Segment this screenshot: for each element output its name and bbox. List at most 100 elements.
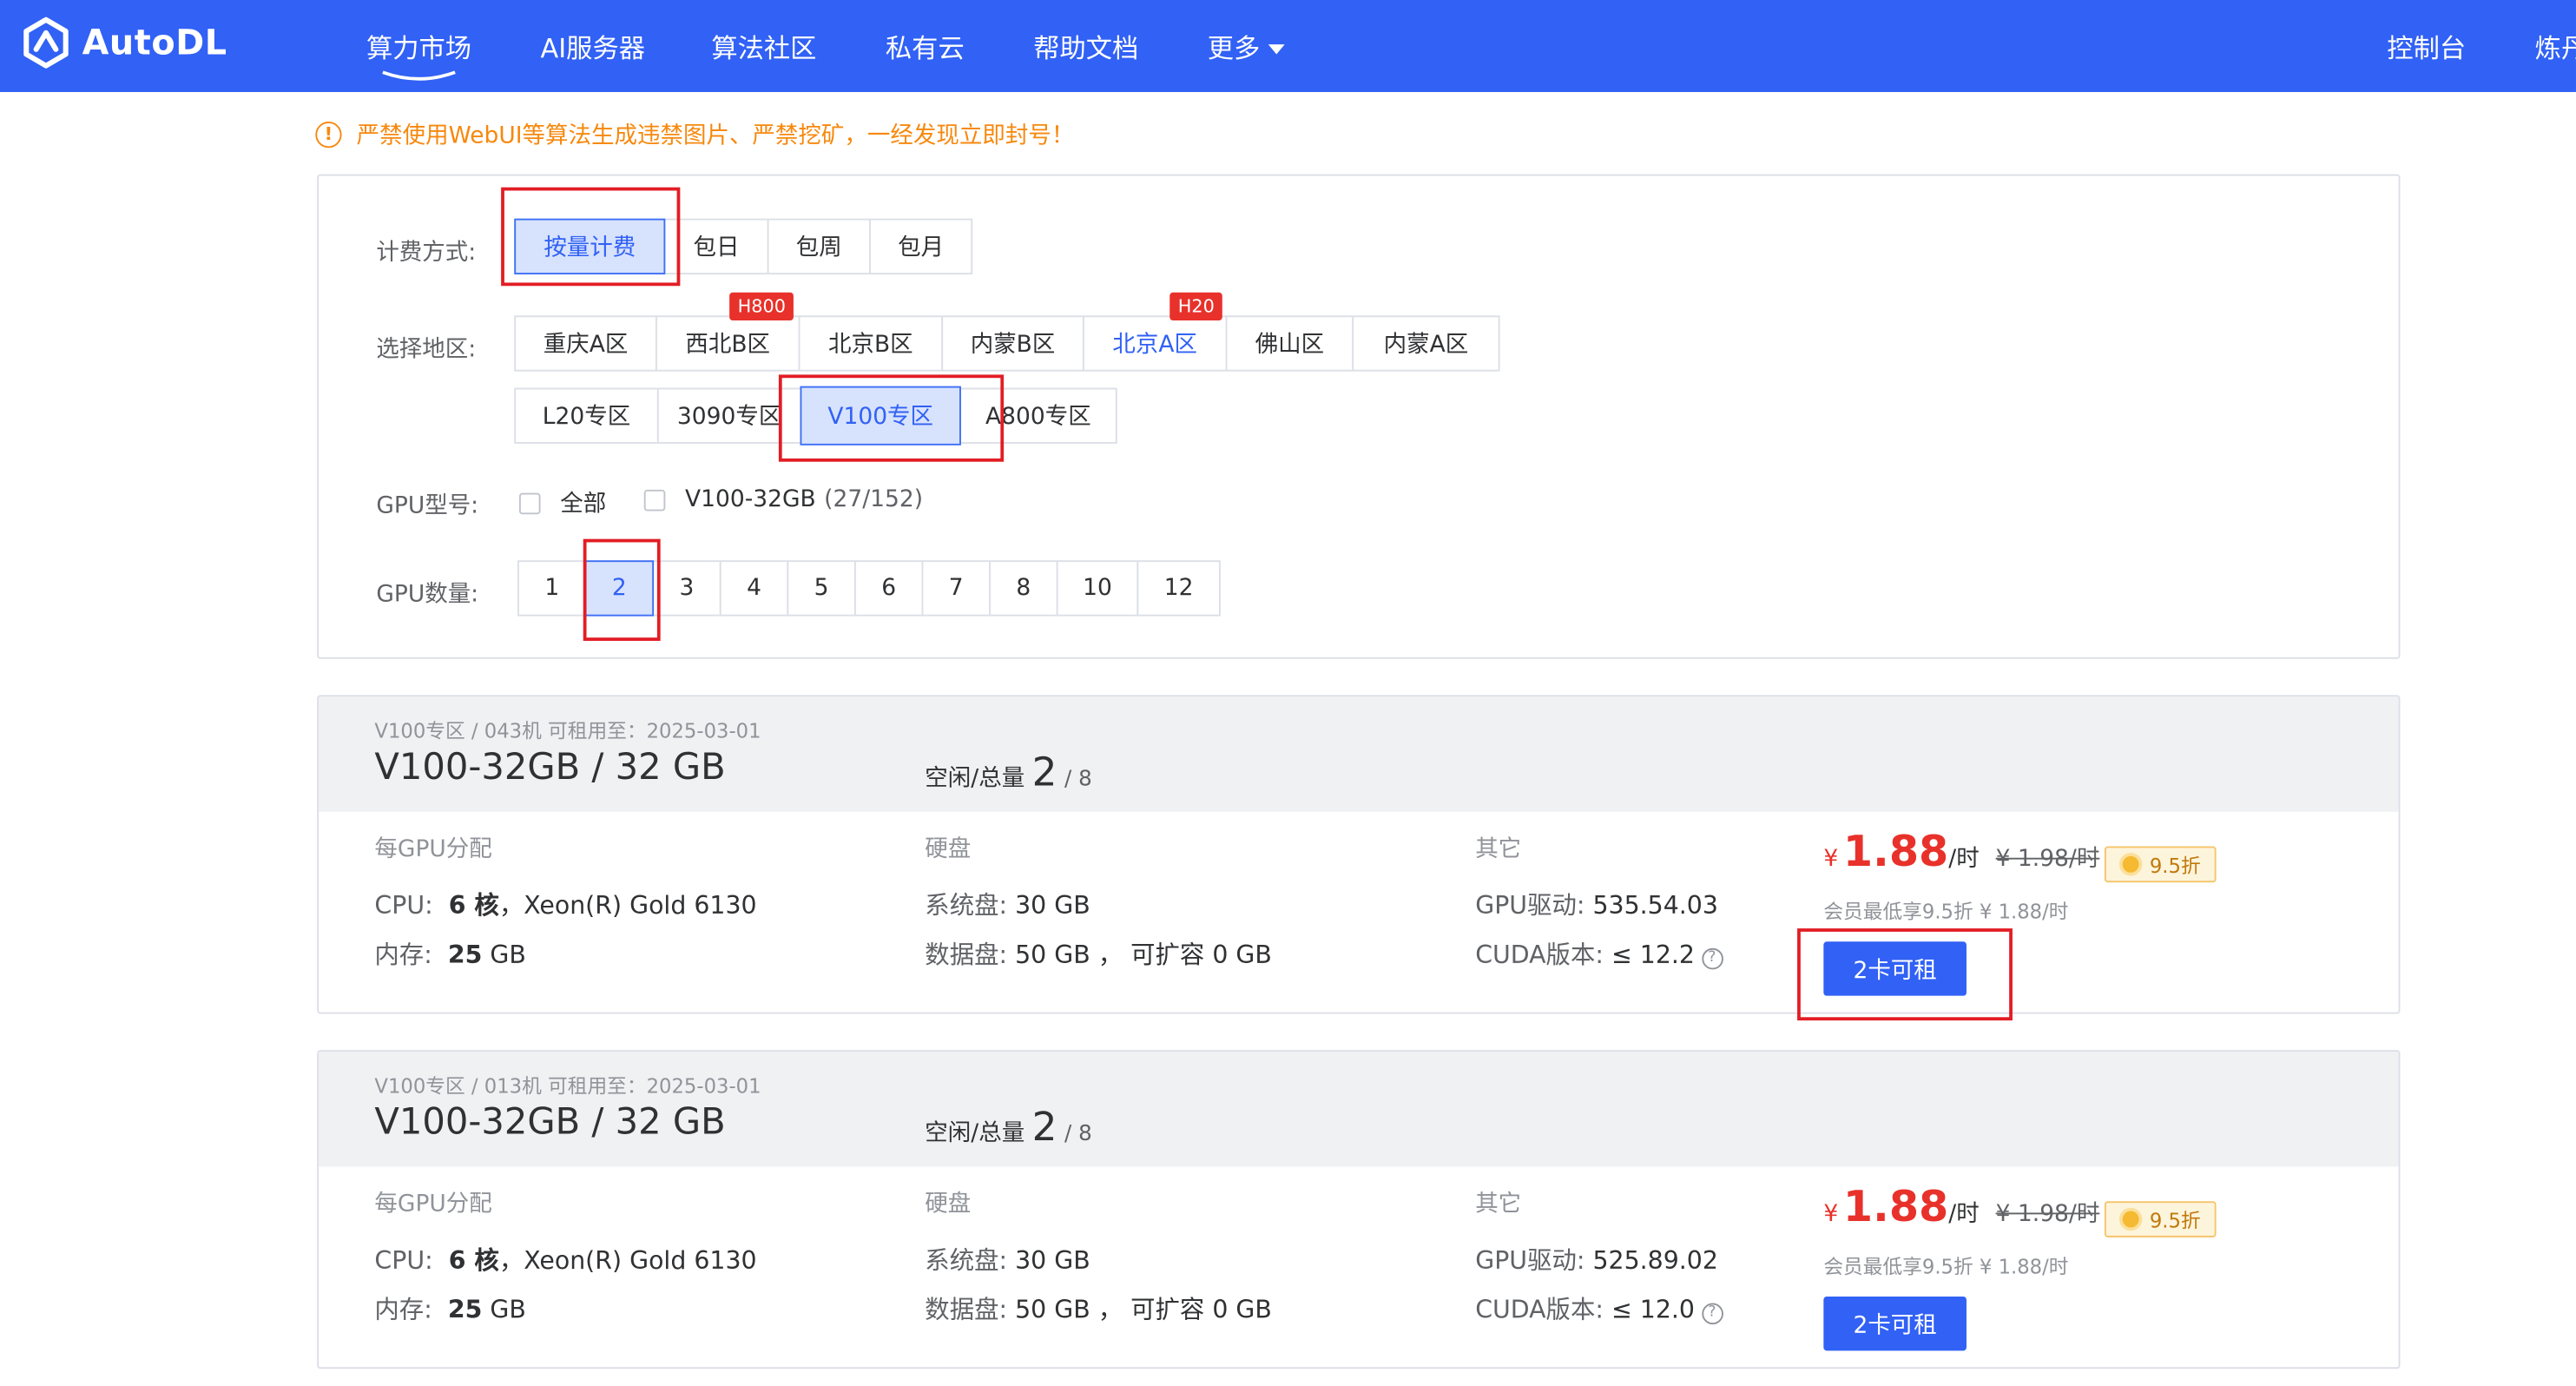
other-title: 其它: [1475, 1191, 1522, 1218]
gpu-count-7[interactable]: 7: [921, 560, 991, 617]
other-title: 其它: [1475, 836, 1522, 863]
gpu-model-v100[interactable]: V100-32GB (27/152): [643, 486, 924, 513]
gpu-model-all[interactable]: 全部: [518, 486, 606, 519]
gpu-driver-label: GPU驱动:: [1475, 1245, 1585, 1276]
gpu-count-4[interactable]: 4: [719, 560, 789, 617]
discount-text: 9.5折: [2149, 1208, 2201, 1232]
gpu-count-3[interactable]: 3: [652, 560, 721, 617]
gpu-driver-value: 535.54.03: [1592, 890, 1718, 921]
autodl-logo-icon: [23, 16, 69, 69]
region-option-v100[interactable]: V100专区: [800, 386, 961, 446]
cuda-info: CUDA版本: ≤ 12.0?: [1475, 1291, 1723, 1326]
region-option-3090[interactable]: 3090专区: [656, 387, 802, 444]
nav-console[interactable]: 控制台: [2387, 26, 2466, 65]
memory-value: 25: [447, 940, 483, 970]
warning-text: 严禁使用WebUI等算法生成违禁图片、严禁挖矿，一经发现立即封号！: [356, 122, 1075, 150]
original-price: ¥ 1.98/时: [1995, 1201, 2100, 1228]
idle-total: 空闲/总量 2 / 8: [925, 749, 1091, 795]
price: ¥ 1.88 /时 ¥ 1.98/时: [1823, 1183, 2099, 1232]
memory-unit: GB: [490, 940, 526, 970]
region-option-beijing-a[interactable]: 北京A区 H20: [1082, 292, 1228, 372]
warning-banner: ! 严禁使用WebUI等算法生成违禁图片、严禁挖矿，一经发现立即封号！: [315, 118, 1074, 151]
discount-badge: 9.5折: [2104, 846, 2217, 883]
v100-checkbox[interactable]: [643, 488, 666, 511]
memory-value: 25: [447, 1295, 483, 1325]
data-disk-info: 数据盘: 50 GB ， 可扩容 0 GB: [925, 1291, 1272, 1326]
billing-option-weekly[interactable]: 包周: [767, 218, 871, 274]
gpu-name: V100-32GB / 32 GB: [374, 747, 726, 789]
autodl-logo[interactable]: AutoDL: [20, 16, 227, 69]
region-option-beijing-b[interactable]: 北京B区: [798, 315, 944, 372]
price-unit: /时: [1948, 846, 1980, 873]
price-currency: ¥: [1823, 846, 1839, 873]
region-option-a800[interactable]: A800专区: [959, 387, 1117, 444]
data-disk-info: 数据盘: 50 GB ， 可扩容 0 GB: [925, 937, 1272, 972]
gpu-count-5[interactable]: 5: [787, 560, 856, 617]
data-disk-value: 50 GB ，: [1015, 940, 1123, 970]
gpu-model-v100-label: V100-32GB: [685, 486, 816, 513]
rent-button[interactable]: 2卡可租: [1823, 941, 1967, 996]
memory-label: 内存:: [374, 940, 432, 970]
nav-item-private-cloud[interactable]: 私有云: [886, 26, 965, 65]
nav-item-more[interactable]: 更多: [1208, 26, 1285, 65]
cuda-value: ≤ 12.2: [1611, 940, 1695, 970]
region-option-chongqing-a[interactable]: 重庆A区: [514, 315, 657, 372]
nav-item-market[interactable]: 算力市场: [366, 26, 472, 81]
gpu-count-10[interactable]: 10: [1056, 560, 1139, 617]
region-option-northwest-b[interactable]: 西北B区 H800: [655, 292, 800, 372]
memory-info: 内存: 25 GB: [374, 937, 525, 972]
gpu-count-6[interactable]: 6: [853, 560, 924, 617]
memory-label: 内存:: [374, 1295, 432, 1325]
question-icon[interactable]: ?: [1701, 1303, 1723, 1325]
gpu-count-8[interactable]: 8: [989, 560, 1058, 617]
nav-user[interactable]: 炼丹: [2535, 26, 2576, 65]
region-options-row2: L20专区 3090专区 V100专区 A800专区: [514, 386, 1117, 446]
system-disk-label: 系统盘:: [925, 1245, 1008, 1276]
region-option-neimeng-b[interactable]: 内蒙B区: [941, 315, 1084, 372]
machine-meta: V100专区 / 043机 可租用至：2025-03-01: [374, 719, 761, 743]
system-disk-value: 30 GB: [1015, 1245, 1090, 1276]
warning-icon: !: [315, 122, 342, 148]
region-option-foshan[interactable]: 佛山区: [1225, 315, 1354, 372]
nav-item-docs[interactable]: 帮助文档: [1033, 26, 1138, 65]
billing-label: 计费方式:: [376, 240, 477, 267]
rent-button[interactable]: 2卡可租: [1823, 1296, 1967, 1351]
active-underline: [382, 70, 456, 81]
disk-title: 硬盘: [925, 836, 972, 863]
logo-text: AutoDL: [82, 23, 227, 63]
billing-options: 按量计费 包日 包周 包月: [514, 218, 973, 274]
data-disk-label: 数据盘:: [925, 940, 1008, 970]
region-option-neimeng-a[interactable]: 内蒙A区: [1352, 315, 1500, 372]
region-option-label: 西北B区: [685, 332, 771, 359]
gpu-count-12[interactable]: 12: [1136, 560, 1221, 617]
nav-item-community[interactable]: 算法社区: [711, 26, 816, 65]
h20-badge: H20: [1169, 292, 1223, 320]
billing-option-pay-as-you-go[interactable]: 按量计费: [514, 218, 666, 274]
cpu-label: CPU:: [374, 1245, 433, 1276]
cpu-cores: 6 核: [448, 1245, 499, 1276]
gpu-model-label: GPU型号:: [376, 492, 479, 519]
gpu-count-options: 1 2 3 4 5 6 7 8 10 12: [517, 560, 1221, 617]
question-icon[interactable]: ?: [1701, 947, 1723, 970]
nav-item-ai-server[interactable]: AI服务器: [541, 26, 645, 65]
billing-option-monthly[interactable]: 包月: [868, 218, 973, 274]
cpu-info: CPU: 6 核，Xeon(R) Gold 6130: [374, 1243, 756, 1277]
nav-item-more-label: 更多: [1207, 32, 1261, 64]
gpu-count-2[interactable]: 2: [584, 560, 655, 617]
region-option-l20[interactable]: L20专区: [514, 387, 659, 444]
gpu-driver-info: GPU驱动: 525.89.02: [1475, 1243, 1718, 1277]
gpu-model-v100-count: (27/152): [824, 486, 924, 513]
machine-card: V100专区 / 043机 可租用至：2025-03-01 V100-32GB …: [317, 695, 2401, 1014]
price-unit: /时: [1948, 1201, 1980, 1228]
system-disk-info: 系统盘: 30 GB: [925, 888, 1090, 922]
gpu-count-1[interactable]: 1: [517, 560, 587, 617]
all-checkbox[interactable]: [518, 492, 541, 514]
nav-item-market-label: 算力市场: [366, 32, 472, 64]
memory-unit: GB: [490, 1295, 526, 1325]
idle-label: 空闲/总量: [925, 1120, 1025, 1147]
idle-total: 空闲/总量 2 / 8: [925, 1105, 1091, 1151]
system-disk-info: 系统盘: 30 GB: [925, 1243, 1090, 1277]
region-label: 选择地区:: [376, 336, 477, 364]
cuda-label: CUDA版本:: [1475, 940, 1604, 970]
billing-option-daily[interactable]: 包日: [663, 218, 769, 274]
